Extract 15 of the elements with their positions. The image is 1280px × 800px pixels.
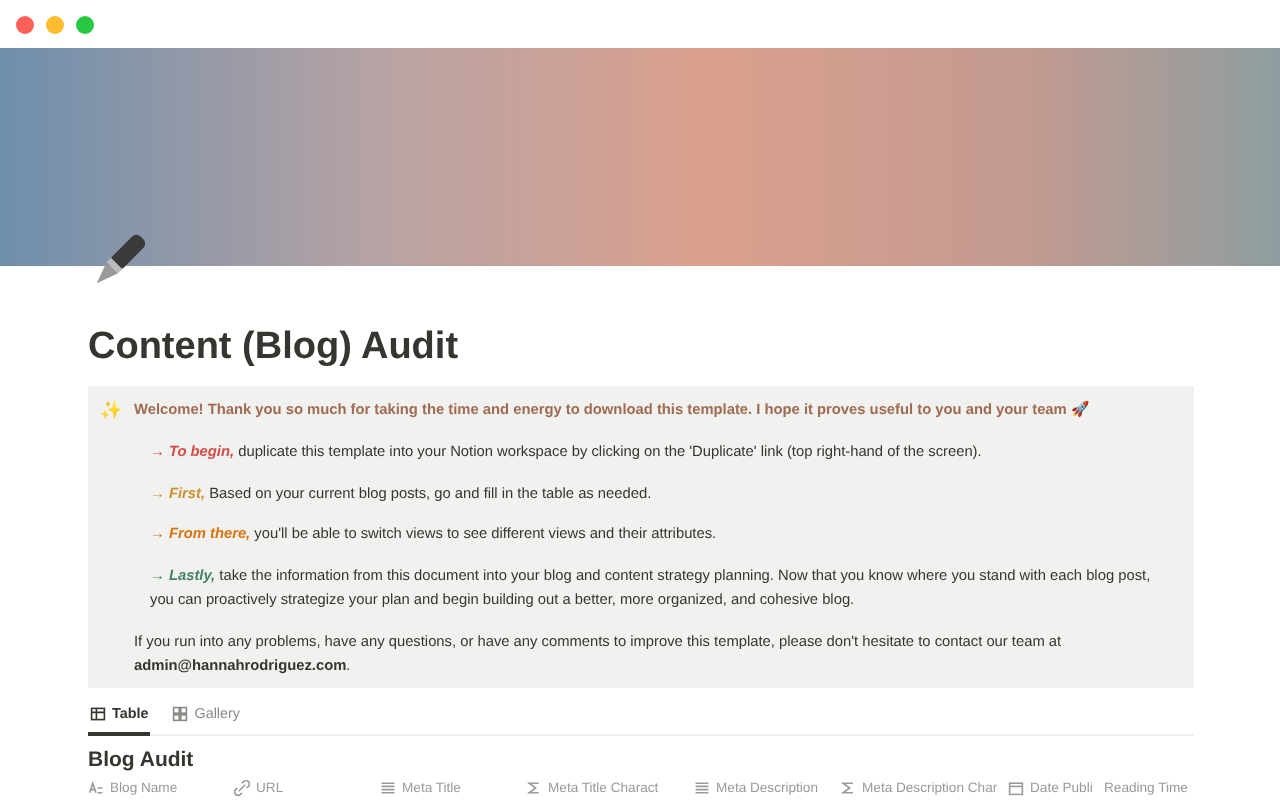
window-control-button[interactable] (76, 15, 94, 33)
table-icon (90, 705, 106, 722)
text-icon (88, 780, 104, 797)
window-control-button[interactable] (16, 15, 34, 33)
sigma-icon (840, 780, 856, 797)
window-control-button[interactable] (46, 15, 64, 33)
database-title: Blog Audit (88, 748, 194, 773)
lines-icon (380, 780, 396, 797)
grid-icon (172, 705, 189, 722)
calendar-icon (1008, 780, 1024, 797)
sparkles-icon: ✨ (100, 398, 122, 677)
sigma-icon (526, 780, 542, 797)
lines-icon (694, 780, 710, 797)
page-title: Content (Blog) Audit (88, 326, 459, 370)
link-icon (234, 780, 250, 797)
